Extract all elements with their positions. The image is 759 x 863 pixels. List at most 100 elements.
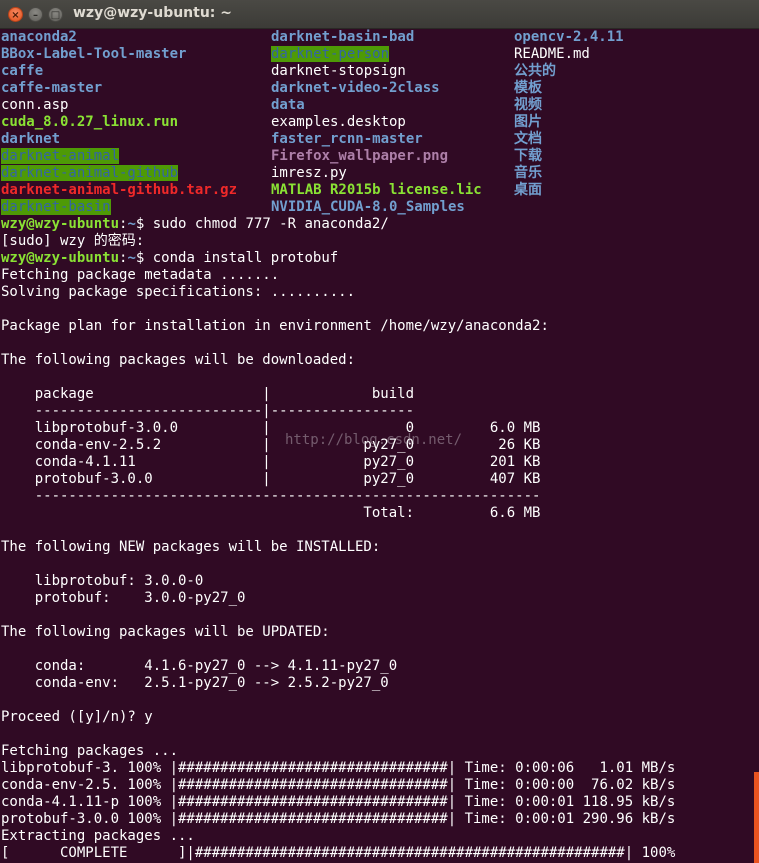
download-heading-text: The following packages will be downloade…	[1, 352, 356, 368]
updated-packages-heading: The following packages will be UPDATED:	[1, 624, 753, 641]
ls-entry: anaconda2	[1, 29, 77, 46]
ls-row: caffe-master darknet-video-2class 模板	[1, 80, 753, 97]
ls-entry-name: 图片	[514, 114, 542, 130]
new-packages-heading-text: The following NEW packages will be INSTA…	[1, 539, 381, 555]
ls-entry: 图片	[514, 114, 542, 131]
ls-entry-name: 音乐	[514, 165, 542, 181]
ls-row: darknet-animal Firefox_wallpaper.png 下载	[1, 148, 753, 165]
ls-entry-name: darknet-animal-github	[1, 165, 179, 181]
solving-specs-text: Solving package specifications: ........…	[1, 284, 356, 300]
ls-entry-name: data	[271, 97, 305, 113]
ls-entry-name: conn.asp	[1, 97, 69, 113]
progress-line-text: conda-4.1.11-p 100% |###################…	[1, 794, 676, 810]
new-package-line-text: protobuf: 3.0.0-py27_0	[1, 590, 246, 606]
updated-packages-heading-text: The following packages will be UPDATED:	[1, 624, 330, 640]
ls-entry-name: caffe	[1, 63, 44, 79]
updated-package-line-text: conda: 4.1.6-py27_0 --> 4.1.11-py27_0	[1, 658, 398, 674]
progress-line: libprotobuf-3. 100% |###################…	[1, 760, 753, 777]
fetching-packages-text: Fetching packages ...	[1, 743, 179, 759]
ls-entry: caffe-master	[1, 80, 102, 97]
maximize-button[interactable]: □	[48, 7, 63, 22]
table-row: protobuf-3.0.0 | py27_0 407 KB	[1, 471, 753, 488]
progress-line-text: protobuf-3.0.0 100% |###################…	[1, 811, 676, 827]
ls-entry: darknet-person	[271, 46, 390, 63]
proceed-prompt-text: Proceed ([y]/n)? y	[1, 709, 153, 725]
ls-entry: 桌面	[514, 182, 542, 199]
ls-entry-name: anaconda2	[1, 29, 77, 45]
ls-entry-name: MATLAB R2015b license.lic	[271, 182, 482, 198]
progress-line-text: libprotobuf-3. 100% |###################…	[1, 760, 676, 776]
ls-entry-name: darknet-video-2class	[271, 80, 440, 96]
prompt-symbol: $	[135, 250, 153, 266]
ls-entry: 公共的	[514, 63, 556, 80]
table-row-text: protobuf-3.0.0 | py27_0 407 KB	[1, 471, 541, 487]
fetching-packages: Fetching packages ...	[1, 743, 753, 760]
ls-entry: cuda_8.0.27_linux.run	[1, 114, 178, 131]
command-text: sudo chmod 777 -R anaconda2/	[152, 216, 389, 232]
progress-line: conda-4.1.11-p 100% |###################…	[1, 794, 753, 811]
updated-package-line-text: conda-env: 2.5.1-py27_0 --> 2.5.2-py27_0	[1, 675, 389, 691]
new-package-line: protobuf: 3.0.0-py27_0	[1, 590, 753, 607]
ls-row: caffe darknet-stopsign 公共的	[1, 63, 753, 80]
prompt-line: wzy@wzy-ubuntu:~$ sudo chmod 777 -R anac…	[1, 216, 753, 233]
ls-entry-name: BBox-Label-Tool-master	[1, 46, 187, 62]
ls-row: BBox-Label-Tool-master darknet-person READ…	[1, 46, 753, 63]
download-heading: The following packages will be downloade…	[1, 352, 753, 369]
ls-entry-name: cuda_8.0.27_linux.run	[1, 114, 179, 130]
extracting-packages: Extracting packages ...	[1, 828, 753, 845]
ls-entry-name: Firefox_wallpaper.png	[271, 148, 449, 164]
ls-entry: BBox-Label-Tool-master	[1, 46, 186, 63]
minimize-button[interactable]: –	[28, 7, 43, 22]
updated-package-line: conda-env: 2.5.1-py27_0 --> 2.5.2-py27_0	[1, 675, 753, 692]
fetching-metadata: Fetching package metadata .......	[1, 267, 753, 284]
ls-entry-name: imresz.py	[271, 165, 347, 181]
close-button[interactable]: ×	[8, 7, 23, 22]
ls-entry: 视频	[514, 97, 542, 114]
scrollbar-thumb[interactable]	[754, 772, 759, 863]
ls-entry: darknet-animal-github.tar.gz	[1, 182, 237, 199]
ls-row: anaconda2 darknet-basin-bad opencv-2.4.11	[1, 29, 753, 46]
ls-entry: Firefox_wallpaper.png	[271, 148, 448, 165]
package-plan: Package plan for installation in environ…	[1, 318, 753, 335]
ls-entry: darknet-stopsign	[271, 63, 406, 80]
table-total: Total: 6.6 MB	[1, 505, 753, 522]
new-packages-heading: The following NEW packages will be INSTA…	[1, 539, 753, 556]
complete-line: [ COMPLETE ]|###########################…	[1, 845, 753, 862]
ls-entry-name: examples.desktop	[271, 114, 406, 130]
ls-entry-name: 桌面	[514, 182, 542, 198]
ls-entry: MATLAB R2015b license.lic	[271, 182, 482, 199]
ls-row: darknet-animal-github imresz.py 音乐	[1, 165, 753, 182]
prompt-path: ~	[127, 250, 136, 266]
ls-entry-name: darknet-animal	[1, 148, 120, 164]
ls-row: darknet-basin NVIDIA_CUDA-8.0_Samples	[1, 199, 753, 216]
sudo-password-prompt: [sudo] wzy 的密码:	[1, 233, 753, 250]
ls-entry: opencv-2.4.11	[514, 29, 624, 46]
ls-entry: caffe	[1, 63, 43, 80]
ls-entry-name: darknet	[1, 131, 61, 147]
ls-entry-name: 视频	[514, 97, 542, 113]
progress-line-text: conda-env-2.5. 100% |###################…	[1, 777, 676, 793]
watermark-text: http://blog.csdn.net/	[285, 432, 463, 448]
ls-entry: darknet-basin-bad	[271, 29, 414, 46]
table-row: conda-4.1.11 | py27_0 201 KB	[1, 454, 753, 471]
ls-entry: darknet-video-2class	[271, 80, 440, 97]
prompt-user-host: wzy@wzy-ubuntu	[1, 250, 120, 266]
ls-entry: darknet-animal-github	[1, 165, 179, 182]
prompt-line: wzy@wzy-ubuntu:~$ conda install protobuf	[1, 250, 753, 267]
ls-entry: 模板	[514, 80, 542, 97]
ls-entry-name: 模板	[514, 80, 542, 96]
table-separator-text: ---------------------------|------------…	[1, 403, 415, 419]
fetching-metadata-text: Fetching package metadata .......	[1, 267, 280, 283]
sudo-password-prompt-text: [sudo] wzy 的密码:	[1, 233, 145, 249]
ls-entry-name: darknet-basin	[1, 199, 111, 215]
table-header-text: package | build	[1, 386, 415, 402]
ls-entry-name: caffe-master	[1, 80, 103, 96]
proceed-prompt: Proceed ([y]/n)? y	[1, 709, 753, 726]
new-package-line-text: libprotobuf: 3.0.0-0	[1, 573, 204, 589]
ls-entry: darknet	[1, 131, 60, 148]
